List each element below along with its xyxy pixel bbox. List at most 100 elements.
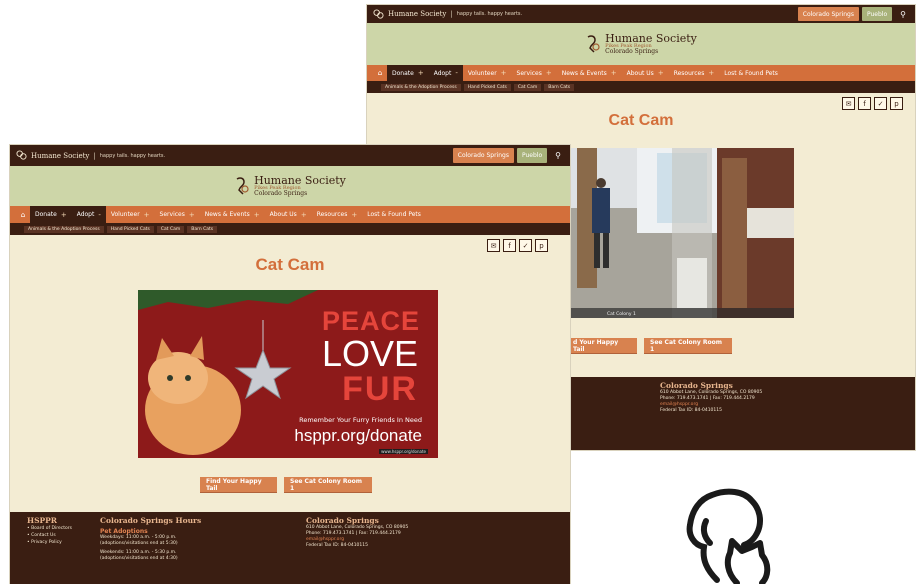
nav-label: Services: [516, 69, 542, 77]
dog-cat-outline-icon: [686, 488, 771, 584]
site-logo[interactable]: Humane Society Pikes Peak Region Colorad…: [585, 33, 697, 55]
nav-volunteer[interactable]: Volunteer +: [463, 65, 512, 81]
location-colorado-springs[interactable]: Colorado Springs: [797, 7, 859, 21]
site-logo[interactable]: Humane Society Pikes Peak Region Colorad…: [234, 175, 346, 197]
mail-icon[interactable]: ✉: [487, 239, 500, 252]
location-pueblo[interactable]: Pueblo: [516, 148, 548, 163]
dog-cat-logo-icon: [587, 35, 600, 53]
nav-adopt[interactable]: Adopt -: [71, 206, 106, 223]
nav-volunteer[interactable]: Volunteer +: [106, 206, 155, 223]
nav-lost-found[interactable]: Lost & Found Pets: [362, 206, 426, 223]
nav-label: Volunteer: [467, 69, 497, 77]
location-pueblo[interactable]: Pueblo: [861, 7, 893, 21]
website-screenshot-front: Humane Society | happy tails. happy hear…: [10, 145, 570, 584]
subnav-hand-picked-cats[interactable]: Hand Picked Cats: [106, 225, 154, 233]
see-cat-colony-button[interactable]: See Cat Colony Room 1: [284, 477, 372, 492]
nav-news-events[interactable]: News & Events +: [557, 65, 622, 81]
nav-news-events[interactable]: News & Events +: [200, 206, 265, 223]
plus-icon: +: [188, 210, 195, 219]
subnav-barn-cats[interactable]: Barn Cats: [187, 225, 218, 233]
minus-icon: -: [455, 69, 458, 77]
nav-services[interactable]: Services +: [155, 206, 200, 223]
find-happy-tail-button[interactable]: d Your Happy Tail: [567, 338, 637, 353]
find-happy-tail-button[interactable]: Find Your Happy Tail: [200, 477, 277, 492]
plus-icon: +: [657, 69, 664, 77]
footer-cs-title: Colorado Springs: [660, 381, 733, 390]
footer-link-board[interactable]: • Board of Directors: [27, 525, 72, 532]
twitter-icon[interactable]: ✓: [519, 239, 532, 252]
search-icon[interactable]: ⚲: [550, 148, 566, 163]
footer-link-label: Privacy Policy: [31, 540, 62, 545]
search-icon[interactable]: ⚲: [895, 7, 911, 21]
nav-about-us[interactable]: About Us +: [265, 206, 312, 223]
plus-icon: +: [60, 210, 67, 219]
page-title: Cat Cam: [255, 255, 325, 274]
nav-donate[interactable]: Donate +: [387, 65, 429, 81]
subnav-adoption-process[interactable]: Animals & the Adoption Process: [24, 225, 104, 233]
home-icon[interactable]: ⌂: [373, 69, 387, 77]
dog-cat-logo-icon: [236, 177, 249, 195]
brand-name[interactable]: Humane Society: [388, 10, 446, 18]
tagline: happy tails. happy hearts.: [99, 152, 166, 159]
divider: |: [93, 151, 96, 160]
top-bar: Humane Society | happy tails. happy hear…: [10, 145, 570, 166]
pinterest-icon[interactable]: p: [535, 239, 548, 252]
footer-link-contact[interactable]: • Contact Us: [27, 532, 72, 539]
donate-promo-banner[interactable]: PEACE LOVE FUR Remember Your Furry Frien…: [138, 290, 438, 458]
nav-resources[interactable]: Resources +: [669, 65, 720, 81]
subnav-cat-cam[interactable]: Cat Cam: [156, 225, 185, 233]
subnav-adoption-process[interactable]: Animals & the Adoption Process: [381, 83, 461, 91]
cam-caption: Cat Colony 1: [607, 312, 636, 317]
sub-nav: Animals & the Adoption Process Hand Pick…: [10, 223, 570, 235]
nav-lost-found[interactable]: Lost & Found Pets: [719, 65, 783, 81]
main-nav: ⌂ Donate + Adopt - Volunteer + Services + Ne…: [367, 65, 915, 81]
subnav-barn-cats[interactable]: Barn Cats: [544, 83, 575, 91]
nav-services[interactable]: Services +: [512, 65, 557, 81]
header-band: Humane Society Pikes Peak Region Colorad…: [10, 166, 570, 206]
nav-label: Resources: [316, 211, 348, 218]
footer-hours-title: Colorado Springs Hours: [100, 516, 202, 525]
mail-icon[interactable]: ✉: [842, 97, 855, 110]
page-title: Cat Cam: [608, 112, 674, 129]
footer-weekends-note: (adoptions/visitations end at 4:30): [100, 556, 178, 561]
subnav-cat-cam[interactable]: Cat Cam: [513, 83, 542, 91]
plus-icon: +: [500, 69, 507, 77]
facebook-icon[interactable]: f: [503, 239, 516, 252]
plus-icon: +: [300, 210, 307, 219]
pinterest-icon[interactable]: p: [890, 97, 903, 110]
location-switcher: Colorado Springs Pueblo ⚲: [452, 148, 566, 163]
nav-label: Adopt: [76, 211, 95, 218]
nav-donate[interactable]: Donate +: [30, 206, 72, 223]
plus-icon: +: [143, 210, 150, 219]
footer-federal-id: Federal Tax ID: 84-0410115: [306, 543, 369, 548]
home-icon[interactable]: ⌂: [16, 211, 30, 219]
cta-buttons: d Your Happy Tail See Cat Colony Room 1: [567, 338, 732, 353]
location-colorado-springs[interactable]: Colorado Springs: [452, 148, 514, 163]
nav-label: News & Events: [204, 211, 250, 218]
subnav-hand-picked-cats[interactable]: Hand Picked Cats: [463, 83, 511, 91]
see-cat-colony-button[interactable]: See Cat Colony Room 1: [644, 338, 732, 353]
twitter-icon[interactable]: ✓: [874, 97, 887, 110]
plus-icon: +: [417, 69, 424, 77]
nav-label: News & Events: [561, 69, 607, 77]
promo-fur: FUR: [342, 370, 418, 408]
promo-url: hsppr.org/donate: [294, 426, 422, 445]
brand-name[interactable]: Humane Society: [31, 152, 89, 160]
footer-hours-sub: Pet Adoptions: [100, 528, 148, 535]
cat-colony-video-frame: [567, 148, 794, 318]
facebook-icon[interactable]: f: [858, 97, 871, 110]
share-bar: ✉ f ✓ p: [10, 235, 570, 253]
nav-resources[interactable]: Resources +: [312, 206, 363, 223]
nav-about-us[interactable]: About Us +: [622, 65, 669, 81]
location-switcher: Colorado Springs Pueblo ⚲: [797, 7, 911, 21]
site-footer: HSPPR • Board of Directors • Contact Us …: [10, 512, 570, 584]
nav-adopt[interactable]: Adopt -: [428, 65, 463, 81]
nav-label: Volunteer: [110, 211, 140, 218]
org-city: Colorado Springs: [254, 190, 308, 197]
footer-link-privacy[interactable]: • Privacy Policy: [27, 539, 72, 546]
nav-label: About Us: [626, 69, 654, 77]
org-city: Colorado Springs: [605, 48, 659, 55]
cat-cam-video[interactable]: Cat Colony 1: [567, 148, 794, 318]
top-bar: Humane Society | happy tails. happy hear…: [367, 5, 915, 23]
nav-label: Lost & Found Pets: [724, 69, 778, 77]
